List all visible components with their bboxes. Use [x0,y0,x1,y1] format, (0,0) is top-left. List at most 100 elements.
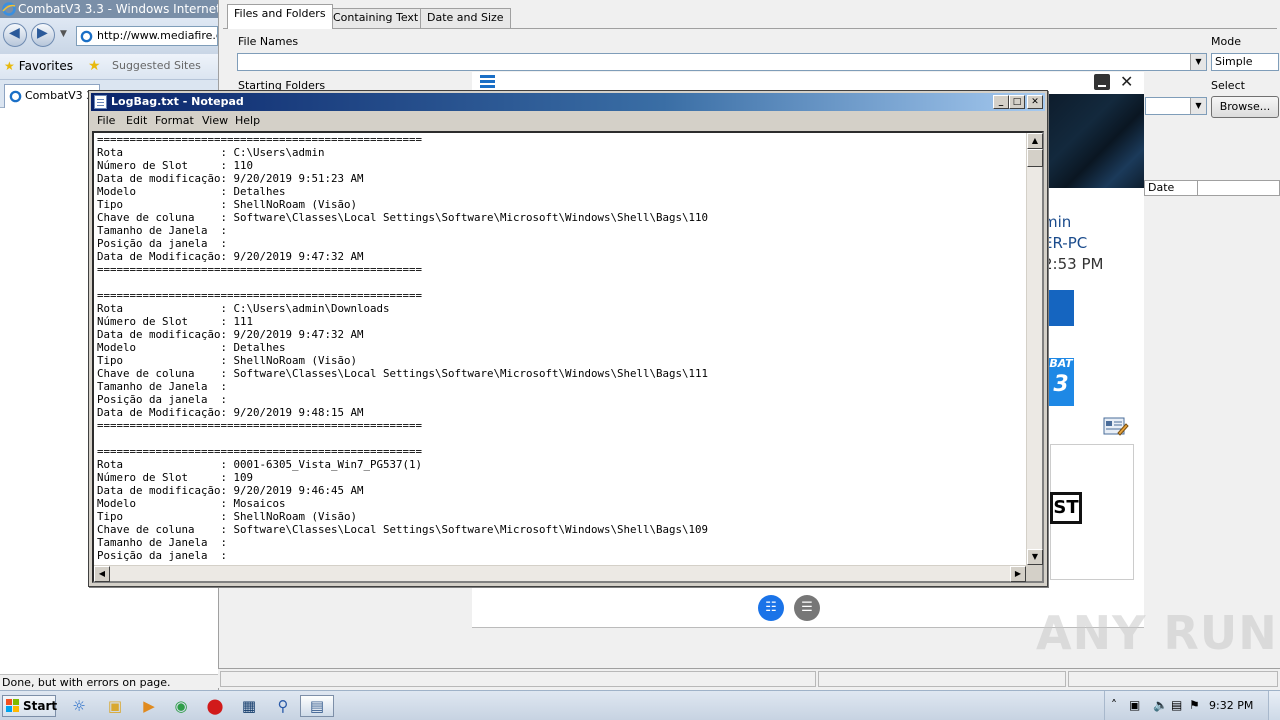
tab-containing-text[interactable]: Containing Text [326,8,426,28]
chevron-down-icon[interactable]: ▼ [1190,54,1206,70]
time-text: 2:53 PM [1043,255,1104,273]
anyrun-watermark: ANY RUN [1036,606,1278,660]
tab-files-and-folders[interactable]: Files and Folders [227,4,333,29]
minimize-button[interactable]: _ [993,95,1009,109]
close-button[interactable]: ✕ [1027,95,1043,109]
notepad-line: Rota : 0001-6305_Vista_Win7_PG537(1) [97,458,423,471]
date-column-header[interactable]: Date [1144,180,1280,196]
menu-format[interactable]: Format [155,114,194,127]
view-toggle [758,595,824,621]
user-info: min ER-PC 2:53 PM [1043,212,1103,275]
status-segment-1 [220,671,816,687]
forward-button[interactable]: ▶ [31,23,55,47]
scroll-down-button[interactable]: ▼ [1027,549,1043,565]
taskbar-media-player-icon[interactable]: ▶ [132,695,166,717]
close-icon[interactable]: ✕ [1120,72,1133,91]
taskbar-chrome-icon[interactable]: ◉ [164,695,198,717]
vertical-scroll-thumb[interactable] [1027,149,1043,167]
grid-view-icon[interactable] [758,595,784,621]
menu-edit[interactable]: Edit [126,114,147,127]
user-name: min [1043,213,1072,231]
taskbar-ie-icon[interactable]: ☼ [62,695,96,717]
tray-expand-icon[interactable]: ˄ [1111,698,1117,712]
notepad-line: Tamanho de Janela : [97,380,228,393]
notepad-line: Data de modificação: 9/20/2019 9:46:45 A… [97,484,364,497]
volume-icon[interactable]: 🔈 [1153,698,1168,712]
suggested-sites-link[interactable]: Suggested Sites [112,59,201,72]
notepad-line: ========================================… [97,263,423,276]
notepad-line: Tipo : ShellNoRoam (Visão) [97,198,358,211]
tray-app-icon[interactable]: ▣ [1129,698,1140,712]
ie-status-bar: Done, but with errors on page. [0,674,218,690]
list-view-icon[interactable] [794,595,820,621]
resize-grip[interactable] [1026,565,1042,581]
chevron-down-icon[interactable]: ▼ [1190,98,1206,114]
ie-tab-combat[interactable]: CombatV3 3. [4,84,100,108]
browse-button[interactable]: Browse... [1211,96,1279,118]
tab-date-and-size[interactable]: Date and Size [420,8,511,28]
vertical-scrollbar[interactable]: ▲ ▼ [1026,133,1043,565]
notepad-line: Número de Slot : 111 [97,315,254,328]
notepad-line: Tipo : ShellNoRoam (Visão) [97,510,358,523]
hamburger-menu-icon[interactable] [480,75,495,89]
notepad-line [97,432,1022,445]
tray-clock[interactable]: 9:32 PM [1209,699,1253,712]
notepad-line: ========================================… [97,133,423,146]
star-icon: ★ [4,59,15,73]
notepad-line: Chave de coluna : Software\Classes\Local… [97,211,709,224]
favorites-button[interactable]: ★ Favorites [4,59,73,73]
tab-label: CombatV3 3. [25,89,97,102]
notepad-line: Chave de coluna : Software\Classes\Local… [97,367,709,380]
show-desktop-button[interactable] [1268,691,1280,720]
notepad-line: Posição da janela : [97,237,228,250]
notepad-line: Data de modificação: 9/20/2019 9:51:23 A… [97,172,364,185]
taskbar-search-tool-icon[interactable]: ⚲ [266,695,300,717]
file-names-input[interactable]: ▼ [237,53,1207,71]
scroll-left-button[interactable]: ◀ [94,566,110,582]
scroll-up-button[interactable]: ▲ [1027,133,1043,149]
notepad-text[interactable]: ========================================… [96,133,1022,565]
start-label: Start [23,699,58,713]
status-segment-3 [1068,671,1278,687]
network-icon[interactable]: ▤ [1171,698,1182,712]
computer-name: ER-PC [1043,234,1088,252]
mode-select[interactable]: Simple [1211,53,1279,71]
taskbar: Start ☼ ▣ ▶ ◉ ⬤ ▦ ⚲ ▤ ˄ ▣ 🔈 ▤ ⚑ 9:32 PM [0,690,1280,720]
notepad-line: Tamanho de Janela : [97,536,228,549]
taskbar-opera-icon[interactable]: ⬤ [198,695,232,717]
edit-document-icon[interactable] [1103,415,1129,437]
taskbar-combat-icon[interactable]: ▦ [232,695,266,717]
address-text: http://www.mediafire.co [97,29,218,42]
scroll-right-button[interactable]: ▶ [1010,566,1026,582]
mode-label: Mode [1211,35,1241,48]
notepad-line: Posição da janela : [97,393,228,406]
notepad-title-text: LogBag.txt - Notepad [111,95,244,108]
starting-folders-dropdown[interactable]: ▼ [1145,97,1207,115]
forward-arrow-icon: ▶ [37,25,48,41]
column-divider[interactable] [1197,181,1198,195]
history-dropdown-icon[interactable]: ▼ [60,29,67,39]
add-favorite-icon[interactable]: ★ [88,58,101,74]
start-button[interactable]: Start [2,695,58,717]
menu-view[interactable]: View [202,114,228,127]
maximize-button[interactable]: □ [1009,95,1025,109]
action-center-flag-icon[interactable]: ⚑ [1189,698,1200,712]
notepad-text-area[interactable]: ========================================… [92,131,1044,583]
notepad-line: Tipo : ShellNoRoam (Visão) [97,354,358,367]
ie-logo-icon [2,2,16,16]
horizontal-scrollbar[interactable]: ◀ ▶ [94,565,1026,582]
menu-file[interactable]: File [97,114,115,127]
taskbar-folder-icon[interactable]: ▣ [98,695,132,717]
notepad-title-bar[interactable]: LogBag.txt - Notepad _ □ ✕ [91,93,1045,111]
notepad-line: Modelo : Mosaicos [97,497,286,510]
menu-help[interactable]: Help [235,114,260,127]
address-bar[interactable]: http://www.mediafire.co [76,26,218,46]
notepad-window: LogBag.txt - Notepad _ □ ✕ File Edit For… [88,90,1048,587]
back-button[interactable]: ◀ [3,23,27,47]
logo-text: BAT [1049,357,1073,370]
date-column-label: Date [1148,181,1175,194]
file-names-label: File Names [238,35,299,48]
minimize-icon[interactable] [1094,74,1110,90]
taskbar-notepad-icon[interactable]: ▤ [300,695,334,717]
combat-logo: BAT 3 [1048,358,1074,406]
